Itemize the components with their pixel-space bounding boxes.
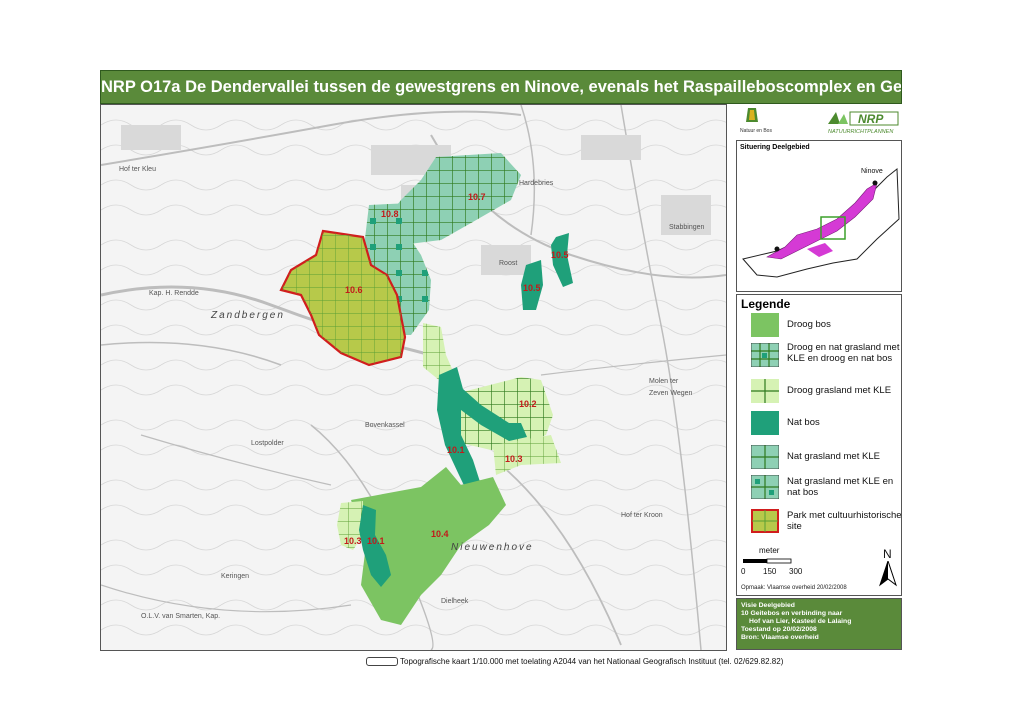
logos: Natuur en Bos NRP NATUURRICHTPLANNEN — [740, 108, 899, 135]
topographic-map: 10.7 10.8 10.6 10.5 10.5 10.2 10.1 10.3 … — [101, 105, 726, 650]
swatch-park — [751, 509, 779, 533]
svg-text:Stabbingen: Stabbingen — [669, 224, 705, 231]
svg-text:Bovenkassel: Bovenkassel — [365, 422, 405, 429]
legend-label: Nat bos — [787, 417, 820, 428]
info-line-2: 10 Geitebos en verbinding naar — [741, 610, 843, 617]
svg-text:Dielheek: Dielheek — [441, 598, 469, 605]
svg-text:10.1: 10.1 — [447, 445, 465, 455]
svg-text:NRP: NRP — [858, 112, 884, 126]
svg-text:NATUURRICHTPLANNEN: NATUURRICHTPLANNEN — [828, 129, 893, 135]
legend-item-droog-grasland: Droog grasland met KLE — [751, 379, 901, 407]
svg-text:10.8: 10.8 — [381, 209, 399, 219]
svg-text:O.L.V. van Smarten, Kap.: O.L.V. van Smarten, Kap. — [141, 613, 220, 620]
legend-item-park: Park met cultuurhistorische site — [751, 509, 902, 537]
legend-label: Park met cultuurhistorische site — [787, 510, 902, 532]
legend-title: Legende — [741, 297, 791, 311]
map-canvas[interactable]: 10.7 10.8 10.6 10.5 10.5 10.2 10.1 10.3 … — [100, 104, 727, 651]
svg-text:Zeven Wegen: Zeven Wegen — [649, 390, 693, 397]
swatch-nat-grasland — [751, 445, 779, 469]
legend-item-droog-bos: Droog bos — [751, 313, 901, 341]
scale-tick-300: 300 — [789, 567, 803, 576]
svg-text:10.3: 10.3 — [344, 536, 362, 546]
legend-panel: Legende Droog bos Droog en nat grasland … — [736, 294, 902, 596]
map-title: NRP O17a De Dendervallei tussen de gewes… — [100, 70, 902, 104]
scale-bar — [743, 558, 792, 564]
legend-label: Droog grasland met KLE — [787, 385, 892, 396]
ngi-logo-icon — [366, 657, 398, 667]
map-footer: Topografische kaart 1/10.000 met toelati… — [366, 657, 784, 667]
swatch-droog-bos — [751, 313, 779, 337]
scale-unit: meter — [759, 546, 780, 555]
svg-text:Hof ter Kleu: Hof ter Kleu — [119, 166, 156, 173]
legend-item-nat-grasland: Nat grasland met KLE — [751, 445, 901, 473]
swatch-nat-bos — [751, 411, 779, 435]
svg-text:10.5: 10.5 — [523, 283, 541, 293]
opmaak-credit: Opmaak: Vlaamse overheid 20/02/2008 — [741, 585, 847, 591]
legend-item-nat-grasland-bos: Nat grasland met KLE en nat bos — [751, 475, 901, 503]
nrp-logo: NRP NATUURRICHTPLANNEN — [828, 111, 899, 135]
north-arrow-icon — [879, 561, 897, 587]
north-label: N — [883, 547, 892, 561]
info-line-3: Hof van Lier, Kasteel de Lalaing — [749, 618, 852, 625]
svg-text:Lostpolder: Lostpolder — [251, 440, 284, 447]
svg-text:Hardebries: Hardebries — [519, 180, 554, 187]
legend-item-nat-bos: Nat bos — [751, 411, 901, 439]
legend-item-mix: Droog en nat grasland met KLE en droog e… — [751, 342, 901, 375]
situering-inset: Situering Deelgebied Ninove — [736, 140, 902, 292]
svg-text:Keringen: Keringen — [221, 573, 249, 580]
svg-text:Ninove: Ninove — [861, 168, 883, 175]
info-line-5: Bron: Vlaamse overheid — [741, 634, 819, 641]
situering-map: Ninove — [742, 167, 900, 278]
svg-text:10.5: 10.5 — [551, 250, 569, 260]
info-line-1: Visie Deelgebied — [741, 602, 795, 609]
legend-label: Nat grasland met KLE en nat bos — [787, 476, 894, 498]
svg-text:Zandbergen: Zandbergen — [210, 310, 285, 321]
svg-text:Natuur en Bos: Natuur en Bos — [740, 128, 772, 134]
info-box: Visie Deelgebied 10 Geitebos en verbindi… — [736, 598, 902, 650]
info-line-4: Toestand op 20/02/2008 — [741, 626, 817, 633]
legend-label: Droog en nat grasland met KLE en droog e… — [787, 342, 900, 364]
svg-text:Hof ter Kroon: Hof ter Kroon — [621, 512, 663, 519]
svg-text:Kap. H. Rendde: Kap. H. Rendde — [149, 290, 199, 297]
svg-text:10.4: 10.4 — [431, 529, 449, 539]
footer-text: Topografische kaart 1/10.000 met toelati… — [400, 657, 784, 666]
svg-text:10.7: 10.7 — [468, 192, 486, 202]
natuur-en-bos-logo: Natuur en Bos — [740, 108, 772, 134]
situering-title: Situering Deelgebied — [740, 144, 810, 151]
svg-text:10.2: 10.2 — [519, 399, 537, 409]
svg-text:Nieuwenhove: Nieuwenhove — [451, 542, 534, 553]
svg-text:10.3: 10.3 — [505, 454, 523, 464]
legend-label: Nat grasland met KLE — [787, 451, 880, 462]
svg-text:10.6: 10.6 — [345, 285, 363, 295]
svg-text:Roost: Roost — [499, 260, 517, 267]
swatch-nat-grasland-bos — [751, 475, 779, 499]
legend-label: Droog bos — [787, 319, 831, 330]
scale-tick-0: 0 — [741, 567, 746, 576]
swatch-mix — [751, 343, 779, 367]
ninove-marker — [872, 180, 878, 186]
logo-strip: Natuur en Bos NRP NATUURRICHTPLANNEN — [736, 104, 902, 138]
svg-text:Molen ter: Molen ter — [649, 378, 679, 385]
scale-tick-150: 150 — [763, 567, 777, 576]
svg-text:10.1: 10.1 — [367, 536, 385, 546]
swatch-droog-grasland — [751, 379, 779, 403]
